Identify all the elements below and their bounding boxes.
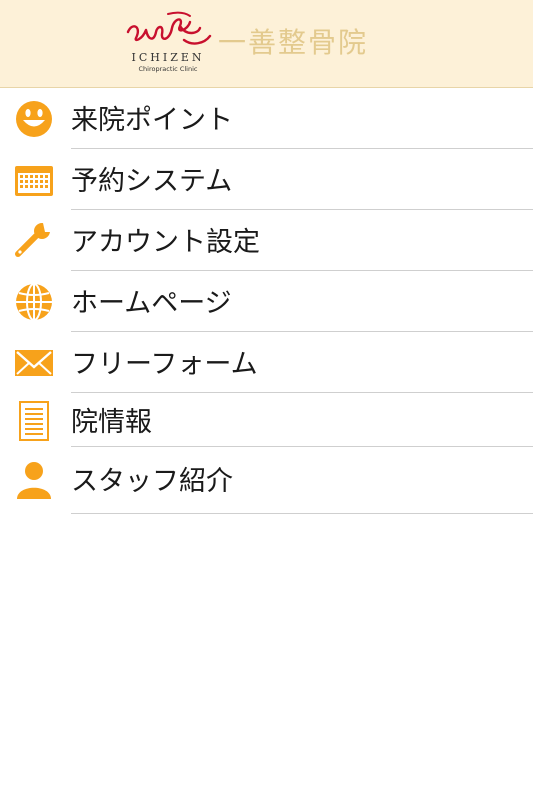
logo-roman-text: ICHIZEN (131, 51, 205, 64)
menu-item-homepage[interactable]: ホームページ (0, 271, 533, 332)
menu-item-staff[interactable]: スタッフ紹介 (0, 447, 533, 514)
divider (71, 513, 533, 514)
document-icon (14, 401, 54, 441)
menu-item-label: 来院ポイント (71, 105, 233, 136)
main-menu: 来院ポイント 予約システム アカウント設定 ホームページ フリーフォーム 院情報… (0, 88, 533, 514)
smiley-icon (14, 99, 54, 139)
app-header: ICHIZEN Chiropractic Clinic 一善整骨院 (0, 0, 533, 88)
menu-item-label: 予約システム (71, 166, 233, 197)
menu-item-clinic-info[interactable]: 院情報 (0, 393, 533, 447)
calendar-icon (14, 160, 54, 200)
wrench-icon (14, 221, 54, 261)
menu-item-visit-points[interactable]: 来院ポイント (0, 88, 533, 149)
clinic-name: 一善整骨院 (218, 26, 369, 59)
menu-item-label: アカウント設定 (71, 227, 260, 258)
globe-icon (14, 282, 54, 322)
menu-item-reservation[interactable]: 予約システム (0, 149, 533, 210)
logo-subtitle: Chiropractic Clinic (138, 65, 198, 73)
menu-item-free-form[interactable]: フリーフォーム (0, 332, 533, 393)
menu-item-label: スタッフ紹介 (71, 466, 233, 497)
logo-signature-icon (126, 11, 212, 45)
menu-item-label: フリーフォーム (71, 349, 258, 380)
menu-item-label: ホームページ (71, 288, 232, 319)
menu-item-label: 院情報 (71, 407, 152, 438)
menu-item-account-settings[interactable]: アカウント設定 (0, 210, 533, 271)
envelope-icon (14, 343, 54, 383)
person-icon (14, 460, 54, 500)
